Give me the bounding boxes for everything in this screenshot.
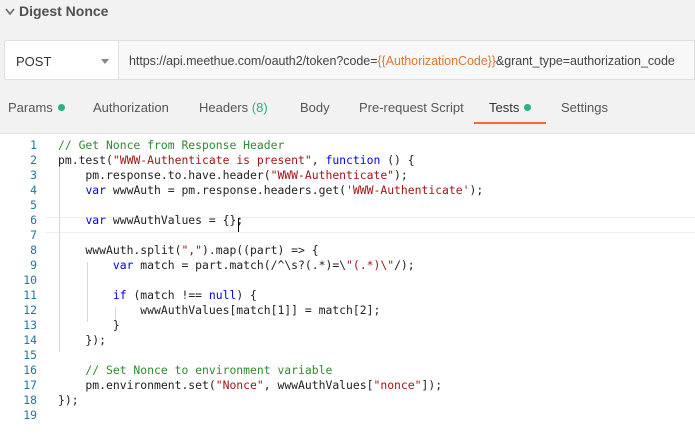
line-code: var wwwAuth = pm.response.headers.get('W… [85,183,484,197]
code-line[interactable]: 15 [0,348,695,363]
line-number: 14 [23,333,37,347]
code-line[interactable]: 13 } [0,318,695,333]
line-number: 19 [23,408,37,422]
code-line[interactable]: 19 [0,408,695,423]
request-tabs: Params Authorization Headers (8) Body Pr… [0,92,695,124]
code-line[interactable]: 2 pm.test("WWW-Authenticate is present", … [0,153,695,168]
code-line[interactable]: 8 wwwAuth.split(",").map((part) => { [0,243,695,258]
code-line[interactable]: 9 var match = part.match(/^\s?(.*)=\"(.*… [0,258,695,273]
url-variable[interactable]: {{AuthorizationCode}} [377,54,496,68]
line-number: 8 [30,243,37,257]
line-code: pm.test("WWW-Authenticate is present", f… [58,153,415,167]
code-line[interactable]: 18}); [0,393,695,408]
headers-count: (8) [251,100,268,115]
active-tab-indicator [474,122,546,124]
line-code: pm.response.to.have.header("WWW-Authenti… [58,168,408,182]
tab-pre-request-script[interactable]: Pre-request Script [359,100,464,115]
method-select[interactable]: POST [4,40,118,80]
line-number: 4 [30,183,37,197]
tab-tests[interactable]: Tests [489,100,532,115]
line-code: }); [58,393,79,407]
code-line[interactable]: 4 var wwwAuth = pm.response.headers.get(… [0,183,695,198]
code-line[interactable]: 10 [0,273,695,288]
line-number: 5 [30,198,37,212]
line-code: // Get Nonce from Response Header [58,138,285,152]
tab-authorization[interactable]: Authorization [93,100,169,115]
line-code: pm.environment.set("Nonce", wwwAuthValue… [58,378,443,392]
line-number: 13 [23,318,37,332]
line-number: 6 [30,213,37,227]
line-code: var wwwAuthValues = {}; [85,213,244,227]
code-line[interactable]: 17 pm.environment.set("Nonce", wwwAuthVa… [0,378,695,393]
code-line[interactable]: 6 var wwwAuthValues = {}; [0,213,695,228]
line-number: 17 [23,378,37,392]
line-code: // Set Nonce to environment variable [58,363,333,377]
tab-params[interactable]: Params [8,100,65,115]
chevron-down-icon[interactable] [4,5,16,19]
tab-headers[interactable]: Headers (8) [199,100,268,115]
line-number: 16 [23,363,37,377]
code-line[interactable]: 14 }); [0,333,695,348]
tab-body[interactable]: Body [300,100,330,115]
tab-settings[interactable]: Settings [561,100,608,115]
line-number: 1 [30,138,37,152]
caret-down-icon [101,59,109,64]
line-code: wwwAuth.split(",").map((part) => { [58,243,319,257]
line-code: }); [58,333,107,347]
line-number: 18 [23,393,37,407]
line-number: 7 [30,228,37,242]
line-number: 10 [23,273,37,287]
url-suffix: &grant_type=authorization_code [495,54,675,68]
method-label: POST [16,54,52,69]
line-number: 2 [30,153,37,167]
request-title-bar: Digest Nonce [0,0,695,26]
url-text: https://api.meethue.com/oauth2/token?cod… [129,54,675,68]
status-dot [524,104,532,111]
line-number: 11 [23,288,37,302]
code-editor[interactable]: 1 // Get Nonce from Response Header 2 pm.te… [0,133,695,438]
line-code: var match = part.match(/^\s?(.*)=\"(.*)\… [112,258,415,272]
url-input[interactable]: https://api.meethue.com/oauth2/token?cod… [118,40,695,80]
line-code: wwwAuthValues[match[1]] = match[2]; [58,303,381,317]
code-line[interactable]: 12 wwwAuthValues[match[1]] = match[2]; [0,303,695,318]
request-name[interactable]: Digest Nonce [19,3,108,19]
line-number: 15 [23,348,37,362]
line-code: } [58,318,120,332]
url-prefix: https://api.meethue.com/oauth2/token?cod… [129,54,378,68]
code-line[interactable]: 7 [0,228,695,243]
code-line[interactable]: 1 // Get Nonce from Response Header [0,138,695,153]
code-line[interactable]: 11 if (match !== null) { [0,288,695,303]
line-number: 3 [30,168,37,182]
code-line[interactable]: 3 pm.response.to.have.header("WWW-Authen… [0,168,695,183]
line-number: 12 [23,303,37,317]
status-dot [57,104,65,111]
code-line[interactable]: 16 // Set Nonce to environment variable [0,363,695,378]
request-bar: POST https://api.meethue.com/oauth2/toke… [0,40,695,82]
code-line[interactable]: 5 [0,198,695,213]
line-code: if (match !== null) { [112,288,257,302]
line-number: 9 [30,258,37,272]
